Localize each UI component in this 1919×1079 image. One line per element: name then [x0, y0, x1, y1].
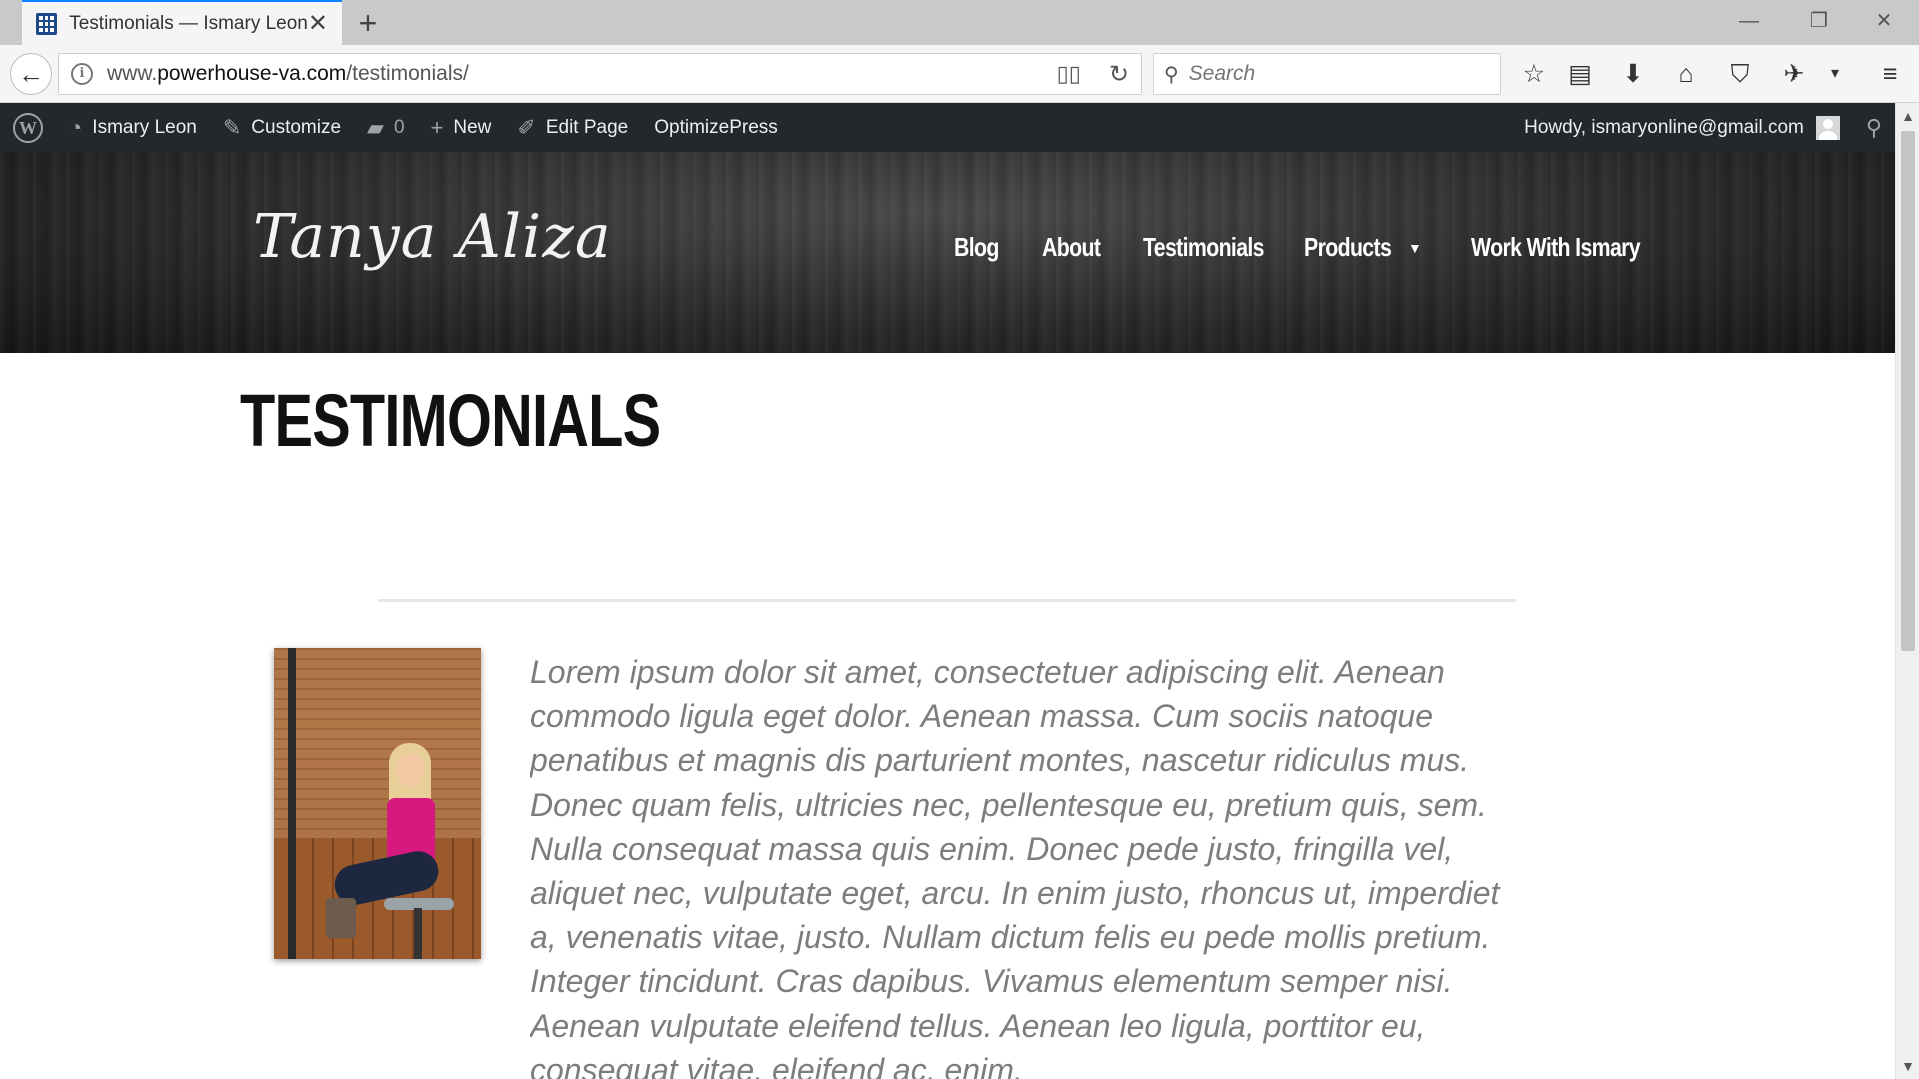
search-bar[interactable]: ⚲ — [1153, 53, 1501, 95]
edit-page-link[interactable]: ✐ Edit Page — [504, 103, 641, 152]
comments-count: 0 — [393, 116, 405, 138]
site-favicon-icon — [36, 12, 58, 35]
scroll-down-arrow-icon[interactable]: ▼ — [1896, 1055, 1919, 1077]
back-arrow-icon[interactable]: ← — [10, 53, 52, 95]
download-icon[interactable]: ⬇ — [1613, 57, 1653, 91]
wordpress-logo-icon: W — [13, 112, 43, 143]
nav-item-about[interactable]: About — [1042, 232, 1101, 263]
scrollbar-thumb[interactable] — [1901, 131, 1915, 651]
url-bar[interactable]: i www.powerhouse-va.com/testimonials/ ▯▯… — [58, 53, 1142, 95]
paintbrush-icon: ✎ — [222, 114, 242, 140]
nav-item-blog[interactable]: Blog — [954, 232, 999, 263]
nav-item-testimonials[interactable]: Testimonials — [1143, 232, 1265, 263]
optimizepress-label: OptimizePress — [654, 116, 778, 138]
optimizepress-link[interactable]: OptimizePress — [641, 103, 791, 152]
admin-search-button[interactable]: ⚲ — [1853, 103, 1895, 152]
testimonial-photo — [274, 648, 481, 959]
edit-page-label: Edit Page — [545, 116, 629, 138]
extension-icon[interactable]: ✈ — [1774, 57, 1814, 91]
divider — [378, 599, 1516, 602]
url-text[interactable]: www.powerhouse-va.com/testimonials/ — [107, 62, 1057, 86]
reload-icon[interactable]: ↻ — [1109, 60, 1129, 89]
browser-toolbar: ← i www.powerhouse-va.com/testimonials/ … — [0, 45, 1919, 103]
info-icon[interactable]: i — [71, 63, 93, 85]
scroll-up-arrow-icon[interactable]: ▲ — [1896, 105, 1919, 127]
reader-view-icon[interactable]: ▯▯ — [1057, 61, 1081, 87]
pocket-icon[interactable]: ⛉ — [1720, 57, 1760, 91]
nav-item-products[interactable]: Products — [1304, 232, 1392, 263]
browser-tab-strip: Testimonials — Ismary Leon ✕ + — ❐ ✕ — [0, 0, 1919, 45]
comment-bubble-icon: ▰ — [367, 114, 384, 140]
search-icon: ⚲ — [1865, 114, 1882, 140]
minimize-window-icon[interactable]: — — [1714, 0, 1784, 45]
customize-link[interactable]: ✎ Customize — [210, 103, 354, 152]
wp-logo-button[interactable]: W — [0, 103, 56, 152]
products-dropdown-icon[interactable]: ▼ — [1408, 240, 1422, 256]
avatar — [1815, 115, 1840, 140]
howdy-label: Howdy, ismaryonline@gmail.com — [1524, 116, 1804, 138]
close-window-icon[interactable]: ✕ — [1849, 0, 1919, 45]
account-menu[interactable]: Howdy, ismaryonline@gmail.com — [1511, 103, 1853, 152]
site-header: Tanya Aliza Blog About Testimonials Prod… — [0, 152, 1895, 353]
extension-dropdown-icon[interactable]: ▾ — [1815, 57, 1855, 91]
nav-item-work-with-ismary[interactable]: Work With Ismary — [1471, 232, 1641, 263]
page-scrollbar[interactable]: ▲ ▼ — [1895, 103, 1919, 1079]
browser-tab[interactable]: Testimonials — Ismary Leon ✕ — [22, 0, 342, 45]
testimonial-quote: Lorem ipsum dolor sit amet, consectetuer… — [530, 654, 1500, 1079]
comments-link[interactable]: ▰ 0 — [354, 103, 418, 152]
pencil-icon: ✐ — [517, 114, 536, 140]
search-icon: ⚲ — [1164, 63, 1179, 86]
new-content-link[interactable]: + New — [418, 103, 505, 152]
site-logo[interactable]: Tanya Aliza — [253, 202, 612, 272]
restore-window-icon[interactable]: ❐ — [1784, 0, 1854, 45]
site-name-link[interactable]: ◔ Ismary Leon — [56, 103, 210, 152]
page-title: TESTIMONIALS — [240, 379, 661, 462]
plus-icon: + — [430, 114, 444, 140]
site-name-label: Ismary Leon — [92, 116, 197, 138]
wp-admin-bar: W ◔ Ismary Leon ✎ Customize ▰ 0 + New ✐ … — [0, 103, 1895, 152]
bookmark-star-icon[interactable]: ☆ — [1514, 57, 1554, 91]
new-label: New — [453, 116, 492, 138]
bookmarks-library-icon[interactable]: ▤ — [1560, 57, 1600, 91]
close-tab-icon[interactable]: ✕ — [308, 9, 328, 38]
home-icon[interactable]: ⌂ — [1666, 57, 1706, 91]
dashboard-gauge-icon: ◔ — [69, 114, 83, 140]
customize-label: Customize — [251, 116, 342, 138]
hamburger-menu-icon[interactable]: ≡ — [1870, 57, 1910, 91]
new-tab-icon[interactable]: + — [350, 5, 386, 41]
search-input[interactable] — [1188, 62, 1489, 86]
tab-title: Testimonials — Ismary Leon — [69, 12, 308, 34]
